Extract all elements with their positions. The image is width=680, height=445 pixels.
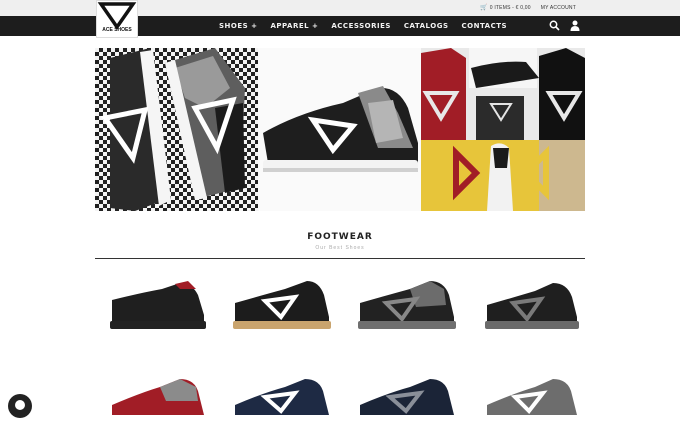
navy-grey-sneaker-image [360,379,454,415]
top-links: 🛒 0 ITEMS - € 0,00 MY ACCOUNT [480,4,576,12]
nav-shoes[interactable]: SHOES + [219,22,257,30]
site-logo[interactable]: ACE SHOES [96,0,138,38]
cart-summary: 0 ITEMS - € 0,00 [489,5,531,11]
sneaker-pair-photo [100,48,245,211]
grey-sneaker-image [487,379,577,415]
nav-icons [549,20,580,31]
product-card[interactable] [350,275,460,345]
black-gum-sneaker-image [233,281,331,329]
black-grey-sneaker-image [485,283,579,329]
section-title: FOOTWEAR [307,232,373,242]
product-card[interactable] [100,375,210,445]
apparel-collage-photo [421,48,585,211]
nav-apparel[interactable]: APPAREL + [270,22,318,30]
product-card[interactable] [225,275,335,345]
cart-link[interactable]: 🛒 0 ITEMS - € 0,00 [480,4,531,11]
product-card[interactable] [100,275,210,345]
hero-image-2[interactable] [258,48,421,211]
badge-hole [15,400,25,410]
main-nav: SHOES + APPAREL + ACCESSORIES CATALOGS C… [219,16,520,36]
product-card[interactable] [225,375,335,445]
red-grey-sneaker-image [112,379,204,415]
my-account-link[interactable]: MY ACCOUNT [541,5,576,11]
nav-catalogs[interactable]: CATALOGS [404,22,449,30]
nav-contacts[interactable]: CONTACTS [462,22,508,30]
section-divider [95,258,585,259]
search-icon[interactable] [549,20,560,31]
hero-collage [95,48,585,211]
hero-image-1[interactable] [95,48,258,211]
user-icon[interactable] [570,20,580,31]
chat-badge[interactable] [8,394,32,418]
cart-icon: 🛒 [480,5,488,11]
black-sneaker-photo [263,86,418,172]
product-card[interactable] [350,375,460,445]
logo-text: ACE SHOES [102,27,132,33]
hero-image-3[interactable] [421,48,585,211]
section-subtitle: Our Best Shoes [315,245,365,251]
nav-accessories[interactable]: ACCESSORIES [331,22,391,30]
logo-mark [97,2,137,29]
product-card[interactable] [475,275,585,345]
navy-sneaker-image [235,379,329,415]
black-camo-sneaker-image [358,281,456,329]
product-card[interactable] [475,375,585,445]
black-red-sneaker-image [110,281,206,329]
